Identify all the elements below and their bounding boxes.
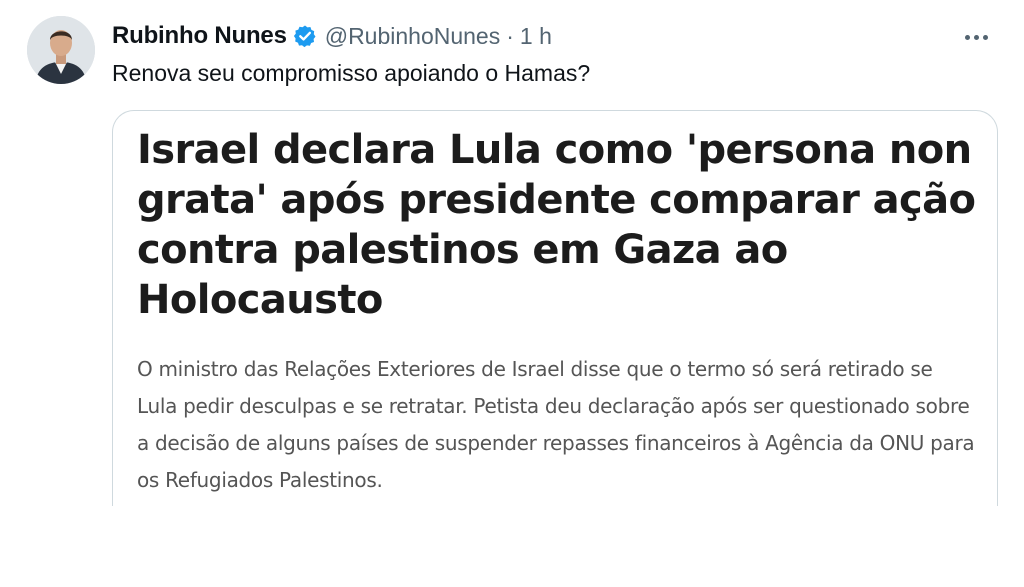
bottom-blank-area	[0, 506, 1024, 587]
more-horizontal-icon	[956, 34, 996, 40]
tweet-header: Rubinho Nunes @RubinhoNunes · 1 h	[112, 20, 552, 52]
link-card[interactable]: Israel declara Lula como 'persona non gr…	[112, 110, 998, 531]
card-headline: Israel declara Lula como 'persona non gr…	[137, 127, 976, 323]
separator-dot: ·	[506, 22, 514, 49]
tweet: Rubinho Nunes @RubinhoNunes · 1 h Renova…	[0, 0, 1024, 587]
author-name[interactable]: Rubinho Nunes	[112, 22, 287, 50]
verified-badge-icon	[293, 24, 317, 48]
avatar-photo	[27, 16, 95, 84]
avatar[interactable]	[27, 16, 95, 84]
more-options-button[interactable]	[956, 22, 996, 52]
timestamp[interactable]: 1 h	[520, 23, 552, 50]
card-summary: O ministro das Relações Exteriores de Is…	[137, 357, 975, 492]
tweet-text: Renova seu compromisso apoiando o Hamas?	[112, 60, 591, 86]
author-handle[interactable]: @RubinhoNunes	[325, 23, 501, 50]
